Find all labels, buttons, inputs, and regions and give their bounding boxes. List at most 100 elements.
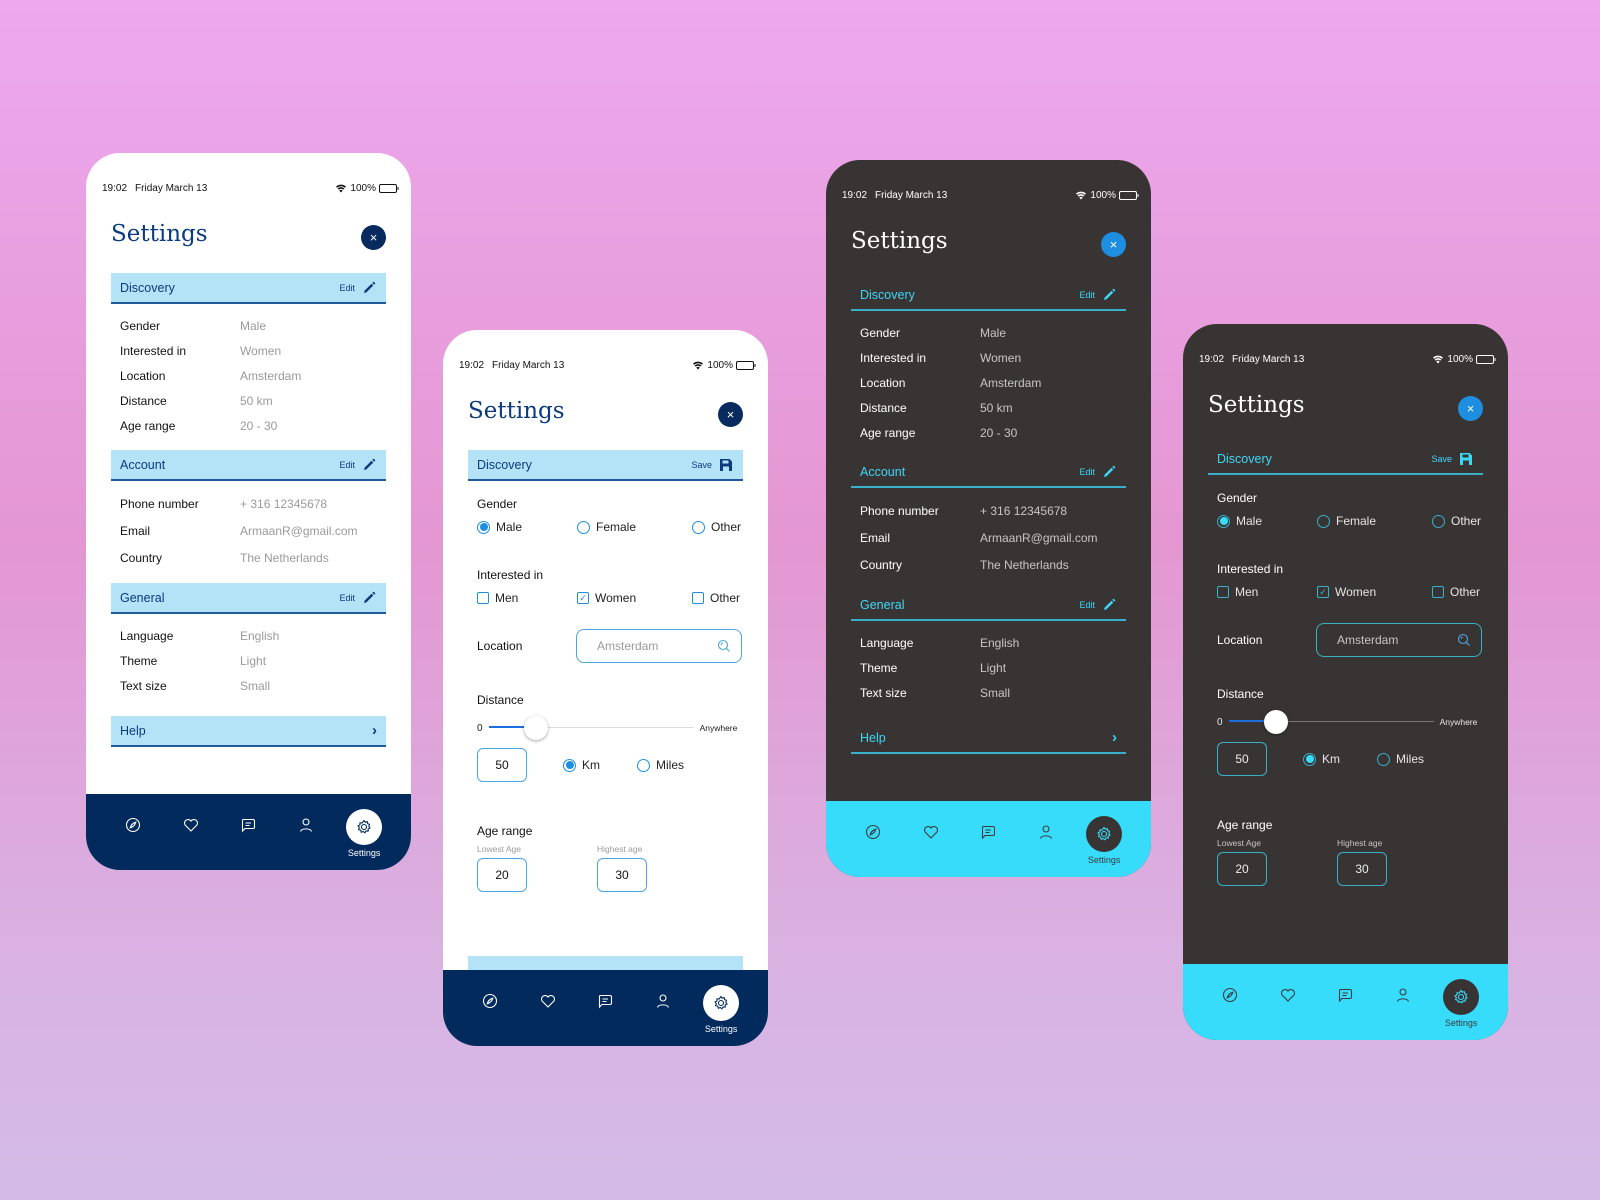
unit-option-miles[interactable]: Miles: [637, 758, 684, 772]
distance-input[interactable]: 50: [1217, 742, 1267, 776]
edit-discovery-button[interactable]: Edit: [1079, 287, 1117, 303]
nav-item-settings[interactable]: Settings: [345, 794, 383, 858]
nav-item-explore[interactable]: [471, 970, 509, 1009]
radio[interactable]: [577, 520, 590, 534]
distance-input[interactable]: 50: [477, 748, 527, 782]
interested-option-men[interactable]: Men: [477, 591, 577, 605]
nav-item-profile[interactable]: [1384, 964, 1422, 1003]
lowest-age-input[interactable]: 20: [1217, 852, 1267, 886]
account-section-header-partial: [468, 956, 743, 970]
gender-option-other[interactable]: Other: [692, 520, 741, 534]
nav-item-likes[interactable]: [1269, 964, 1307, 1003]
status-time: 19:02: [102, 182, 128, 194]
location-value: Amsterdam: [597, 639, 659, 653]
nav-item-profile[interactable]: [287, 794, 325, 833]
nav-item-messages[interactable]: [229, 794, 267, 833]
edit-account-button[interactable]: Edit: [1079, 464, 1117, 480]
location-search-input[interactable]: Amsterdam: [1316, 623, 1482, 657]
gender-option-other[interactable]: Other: [1432, 514, 1481, 528]
distance-slider[interactable]: [1228, 710, 1434, 734]
option-label: Other: [1450, 585, 1481, 599]
phone-light-settings-view: 19:02 Friday March 13 100% Settings × Di…: [86, 153, 411, 870]
radio-selected[interactable]: [477, 520, 490, 534]
interested-option-other[interactable]: Other: [692, 591, 740, 605]
nav-item-likes[interactable]: [172, 794, 210, 833]
close-button[interactable]: ×: [1458, 396, 1483, 421]
help-link[interactable]: Help ›: [851, 723, 1126, 754]
nav-item-messages[interactable]: [969, 801, 1007, 840]
row-phone: Phone number + 316 12345678: [860, 497, 1117, 524]
save-button[interactable]: Save: [691, 457, 734, 473]
checkbox-checked[interactable]: ✓: [577, 592, 589, 604]
slider-handle[interactable]: [1263, 710, 1288, 734]
slider-handle[interactable]: [523, 716, 548, 740]
radio-selected[interactable]: [1217, 514, 1230, 528]
radio-selected[interactable]: [1303, 752, 1316, 766]
checkbox[interactable]: [1217, 586, 1229, 598]
close-button[interactable]: ×: [1101, 232, 1126, 257]
highest-age-input[interactable]: 30: [597, 858, 647, 892]
location-search-input[interactable]: Amsterdam: [576, 629, 742, 663]
nav-item-messages[interactable]: [1326, 964, 1364, 1003]
row-label: Language: [860, 635, 914, 650]
gender-option-male[interactable]: Male: [1217, 514, 1317, 528]
interested-option-other[interactable]: Other: [1432, 585, 1480, 599]
nav-item-profile[interactable]: [644, 970, 682, 1009]
section-discovery-header: Discovery Save: [1208, 444, 1483, 475]
gender-option-female[interactable]: Female: [1317, 514, 1432, 528]
checkbox[interactable]: [692, 592, 704, 604]
radio[interactable]: [1377, 752, 1390, 766]
nav-item-likes[interactable]: [529, 970, 567, 1009]
close-button[interactable]: ×: [718, 402, 743, 427]
highest-age-input[interactable]: 30: [1337, 852, 1387, 886]
nav-item-profile[interactable]: [1027, 801, 1065, 840]
row-age-range: Age range 20 - 30: [120, 413, 377, 438]
edit-label: Edit: [339, 282, 355, 293]
edit-discovery-button[interactable]: Edit: [339, 280, 377, 296]
lowest-age-input[interactable]: 20: [477, 858, 527, 892]
option-label: Male: [496, 520, 523, 534]
unit-option-miles[interactable]: Miles: [1377, 752, 1424, 766]
edit-general-button[interactable]: Edit: [1079, 597, 1117, 613]
nav-label-settings: Settings: [704, 1024, 738, 1034]
interested-option-women[interactable]: ✓ Women: [577, 591, 692, 605]
edit-account-button[interactable]: Edit: [339, 457, 377, 473]
discovery-edit-form: Discovery Save Gender Male Female Other …: [468, 450, 743, 892]
edit-label: Edit: [1079, 599, 1095, 610]
row-label: Distance: [120, 393, 167, 408]
help-link[interactable]: Help ›: [111, 716, 386, 747]
edit-general-button[interactable]: Edit: [339, 590, 377, 606]
interested-option-men[interactable]: Men: [1217, 585, 1317, 599]
nav-item-explore[interactable]: [854, 801, 892, 840]
radio-selected[interactable]: [563, 758, 576, 772]
compass-icon: [482, 993, 497, 1009]
unit-option-km[interactable]: Km: [563, 758, 637, 772]
interested-option-women[interactable]: ✓ Women: [1317, 585, 1432, 599]
nav-item-settings[interactable]: Settings: [1442, 964, 1480, 1028]
nav-item-likes[interactable]: [912, 801, 950, 840]
radio[interactable]: [637, 758, 650, 772]
nav-item-messages[interactable]: [586, 970, 624, 1009]
checkbox[interactable]: [1432, 586, 1444, 598]
unit-option-km[interactable]: Km: [1303, 752, 1377, 766]
distance-slider[interactable]: [488, 716, 694, 740]
row-label: Email: [120, 523, 151, 538]
nav-item-settings[interactable]: Settings: [702, 970, 740, 1034]
checkbox[interactable]: [477, 592, 489, 604]
gender-option-female[interactable]: Female: [577, 520, 692, 534]
radio[interactable]: [692, 520, 705, 534]
save-button[interactable]: Save: [1431, 451, 1474, 467]
row-location: Location Amsterdam: [120, 363, 377, 388]
radio[interactable]: [1432, 514, 1445, 528]
section-title: Discovery: [860, 287, 915, 302]
discovery-rows: Gender Male Interested in Women Location Am…: [851, 311, 1126, 457]
save-icon: [1460, 452, 1472, 465]
nav-item-explore[interactable]: [1211, 964, 1249, 1003]
checkbox-checked[interactable]: ✓: [1317, 586, 1329, 598]
nav-item-explore[interactable]: [114, 794, 152, 833]
radio[interactable]: [1317, 514, 1330, 528]
nav-item-settings[interactable]: Settings: [1085, 801, 1123, 865]
close-button[interactable]: ×: [361, 225, 386, 250]
row-value: English: [980, 635, 1020, 650]
gender-option-male[interactable]: Male: [477, 520, 577, 534]
